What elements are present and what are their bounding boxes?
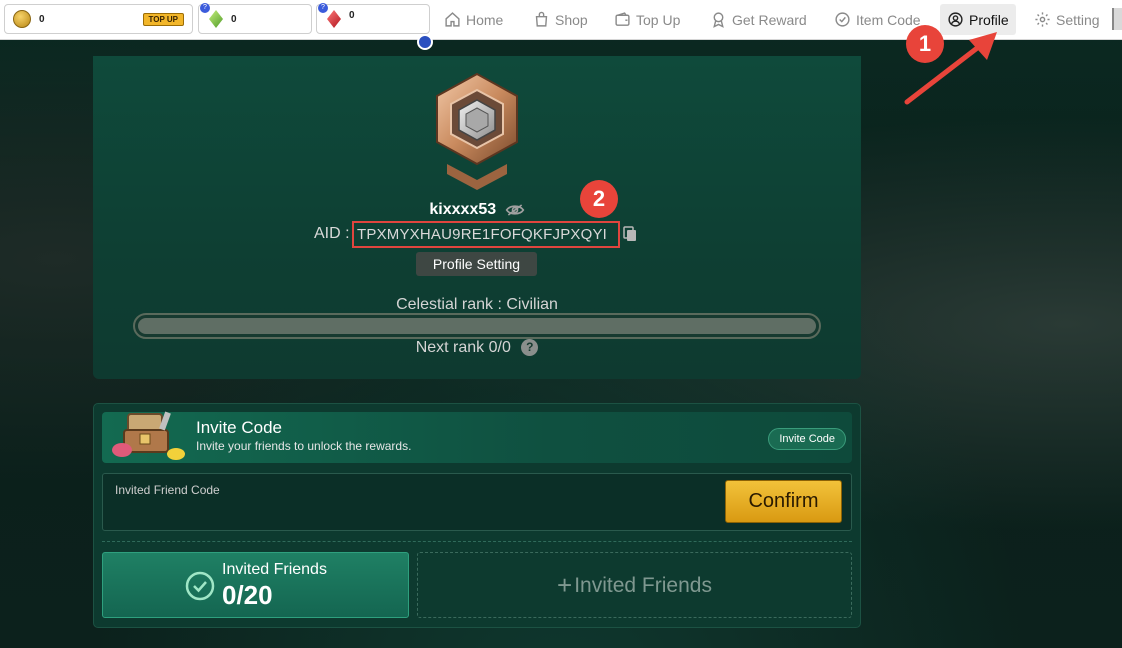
invited-friends-value: 0/20 (222, 580, 273, 610)
invite-code-button[interactable]: Invite Code (768, 428, 846, 450)
invite-header: Invite Code Invite your friends to unloc… (102, 411, 852, 463)
nav-top-up[interactable]: Top Up (607, 4, 687, 35)
aid-label: AID : (314, 225, 350, 242)
eye-slash-icon[interactable] (505, 203, 525, 217)
nav-label: Home (466, 11, 504, 28)
invited-friends-label: Invited Friends (222, 561, 327, 578)
home-icon (445, 12, 460, 27)
rank-progress-bar (133, 313, 821, 339)
coin-amount: 0 (39, 13, 45, 25)
rank-progress-track (138, 318, 816, 334)
nav-get-reward[interactable]: Get Reward (703, 4, 814, 35)
nav-label: Shop (555, 11, 588, 28)
invited-friend-code-box: Invited Friend Code Confirm (102, 473, 852, 531)
username-text: kixxxx53 (429, 201, 497, 218)
help-badge: ? (318, 3, 328, 13)
profile-card: kixxxx53 AID : TPXMYXHAU9RE1FOFQKFJPXQYI… (93, 56, 861, 379)
reward-icon (713, 12, 724, 28)
refresh-icon[interactable] (417, 34, 433, 50)
red-gem-icon (327, 10, 341, 28)
language-flag-icon[interactable] (1112, 8, 1122, 30)
help-icon[interactable]: ? (521, 339, 539, 357)
green-gem-icon (209, 10, 223, 28)
shop-icon (535, 11, 548, 27)
nav-label: Top Up (636, 11, 681, 28)
green-gem-amount: 0 (231, 13, 237, 25)
check-circle-icon (185, 571, 215, 601)
nav-home[interactable]: Home (437, 4, 510, 35)
invited-friend-code-label: Invited Friend Code (115, 483, 220, 497)
top-up-button[interactable]: TOP UP (142, 13, 184, 26)
annotation-marker-1: 1 (906, 25, 944, 63)
copy-icon[interactable] (622, 226, 638, 242)
red-gem-wallet[interactable]: ? 0 (316, 3, 433, 50)
coin-icon (13, 10, 31, 28)
invite-subtitle: Invite your friends to unlock the reward… (196, 439, 412, 453)
invite-title: Invite Code (196, 418, 282, 437)
add-invited-friends-label: Invited Friends (574, 574, 712, 597)
nav-label: Setting (1056, 11, 1100, 28)
nav-shop[interactable]: Shop (526, 4, 595, 35)
invite-card: Invite Code Invite your friends to unloc… (93, 403, 861, 628)
annotation-marker-2: 2 (580, 180, 618, 218)
add-invited-friends-button[interactable]: +Invited Friends (417, 552, 852, 618)
nav-label: Get Reward (732, 11, 807, 28)
divider (102, 541, 852, 542)
check-circle-icon (835, 12, 850, 27)
help-badge: ? (200, 3, 210, 13)
aid-value[interactable]: TPXMYXHAU9RE1FOFQKFJPXQYI (352, 221, 620, 248)
rank-medal-icon (436, 72, 518, 190)
coin-wallet[interactable]: 0 TOP UP (4, 4, 193, 34)
invited-friend-code-input[interactable] (113, 500, 713, 524)
profile-setting-button[interactable]: Profile Setting (416, 252, 537, 276)
celestial-rank-label: Celestial rank : Civilian (396, 296, 558, 313)
confirm-button[interactable]: Confirm (725, 480, 842, 523)
nav-setting[interactable]: Setting (1027, 4, 1107, 35)
plus-icon: + (557, 570, 573, 600)
treasure-chest-icon (112, 411, 185, 460)
next-rank-text: Next rank 0/0 (415, 339, 511, 356)
invited-friends-count: Invited Friends 0/20 (102, 552, 409, 618)
next-rank: Next rank 0/0 ? (93, 339, 861, 357)
gear-icon (1035, 12, 1050, 27)
red-gem-amount: 0 (349, 9, 355, 21)
wallet-icon (615, 12, 630, 26)
green-gem-wallet[interactable]: ? 0 (198, 3, 312, 34)
username: kixxxx53 (93, 201, 861, 219)
